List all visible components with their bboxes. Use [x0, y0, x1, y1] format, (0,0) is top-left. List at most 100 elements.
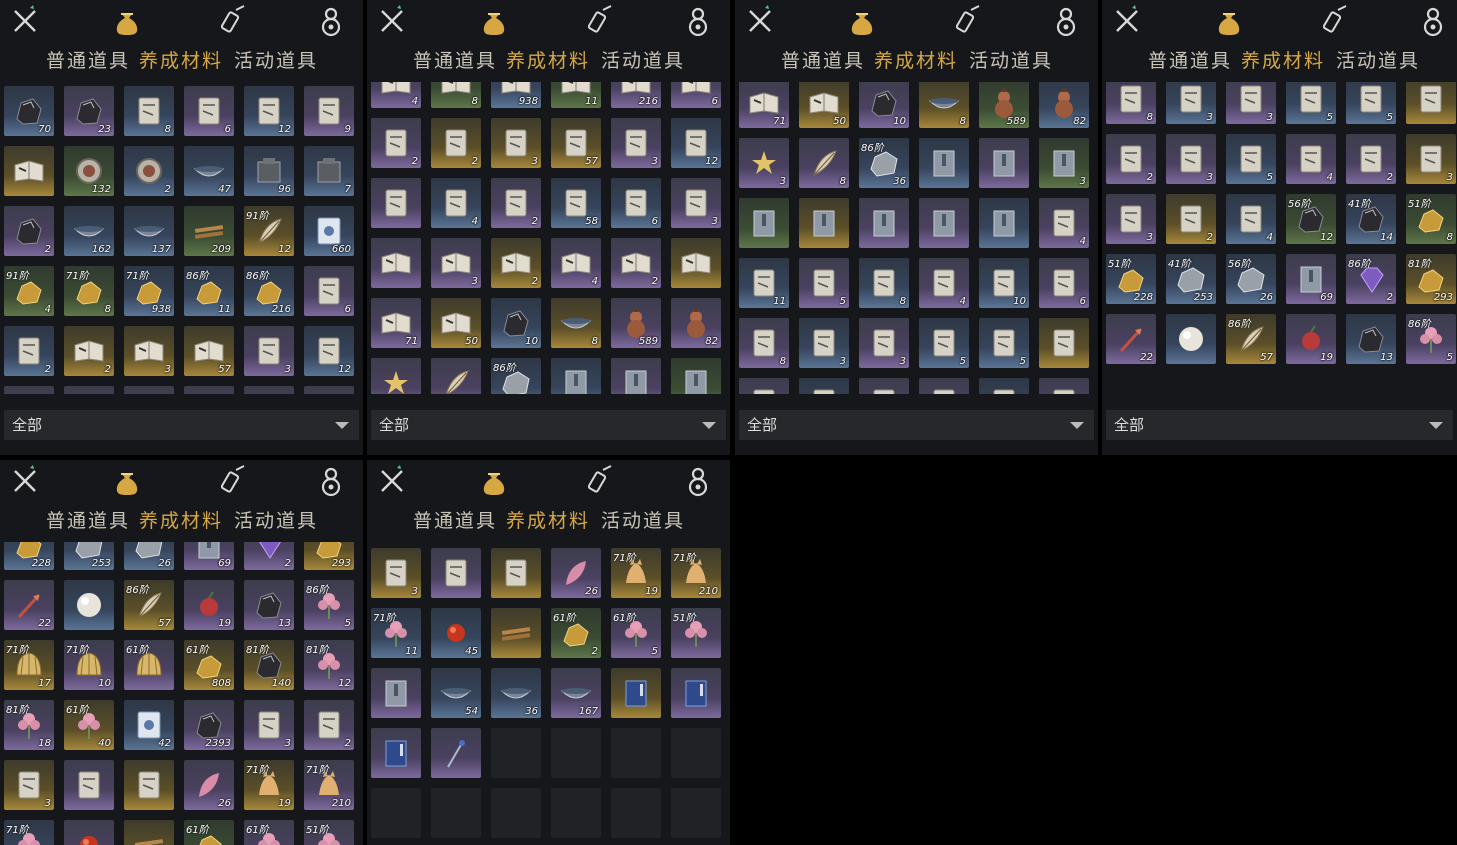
item-slot[interactable]: 81阶 18 — [4, 700, 54, 750]
item-slot[interactable]: 13 — [1346, 314, 1396, 364]
item-slot[interactable]: 71阶 19 — [244, 760, 294, 810]
item-slot[interactable]: 61阶 — [244, 820, 294, 845]
item-slot[interactable]: 4 — [1039, 198, 1089, 248]
item-slot[interactable]: 2 — [491, 178, 541, 228]
item-slot[interactable] — [551, 358, 601, 394]
item-slot[interactable]: 13 — [244, 580, 294, 630]
item-slot[interactable]: 71阶 — [4, 820, 54, 845]
item-slot[interactable]: 137 — [124, 206, 174, 256]
item-slot[interactable] — [244, 386, 294, 394]
item-slot[interactable] — [739, 198, 789, 248]
item-slot[interactable]: 10 — [859, 82, 909, 128]
item-slot[interactable] — [4, 386, 54, 394]
scroll-brush-icon[interactable] — [1318, 4, 1352, 38]
item-slot[interactable]: 10 — [979, 258, 1029, 308]
item-slot[interactable]: 3 — [1106, 194, 1156, 244]
item-slot[interactable]: 2 — [1346, 134, 1396, 184]
item-slot[interactable] — [859, 198, 909, 248]
item-slot[interactable]: 86阶 216 — [244, 266, 294, 316]
item-slot[interactable] — [919, 198, 969, 248]
item-slot[interactable]: 56阶 26 — [1226, 254, 1276, 304]
tab-event-items[interactable]: 活动道具 — [969, 46, 1053, 76]
item-slot[interactable]: 7 — [304, 146, 354, 196]
item-slot[interactable]: 589 — [611, 298, 661, 348]
item-slot[interactable]: 11 — [551, 82, 601, 108]
tab-event-items[interactable]: 活动道具 — [601, 506, 685, 536]
item-slot[interactable]: 2 — [491, 238, 541, 288]
tab-common-items[interactable]: 普通道具 — [413, 46, 497, 76]
item-slot[interactable]: 2 — [1106, 134, 1156, 184]
item-slot[interactable]: 3 — [1226, 82, 1276, 124]
item-slot[interactable]: 2 — [371, 118, 421, 168]
item-slot[interactable]: 86阶 57 — [1226, 314, 1276, 364]
item-slot[interactable]: 51阶 — [304, 820, 354, 845]
item-slot[interactable]: 162 — [64, 206, 114, 256]
item-slot[interactable]: 41阶 14 — [1346, 194, 1396, 244]
item-slot[interactable]: 293 — [304, 542, 354, 570]
tab-event-items[interactable]: 活动道具 — [234, 506, 318, 536]
gourd-icon[interactable] — [681, 4, 715, 38]
tab-event-items[interactable]: 活动道具 — [601, 46, 685, 76]
item-slot[interactable]: 70 — [4, 86, 54, 136]
crossed-swords-icon[interactable] — [8, 4, 42, 38]
item-slot[interactable]: 71 — [739, 82, 789, 128]
item-slot[interactable]: 61阶 5 — [611, 608, 661, 658]
item-slot[interactable]: 209 — [184, 206, 234, 256]
item-slot[interactable]: 71阶 10 — [64, 640, 114, 690]
crossed-swords-icon[interactable] — [375, 4, 409, 38]
gourd-icon[interactable] — [681, 464, 715, 498]
item-slot[interactable]: 47 — [184, 146, 234, 196]
item-slot[interactable]: 4 — [919, 258, 969, 308]
item-slot[interactable] — [979, 198, 1029, 248]
item-slot[interactable] — [371, 728, 421, 778]
item-slot[interactable]: 3 — [611, 118, 661, 168]
item-slot[interactable]: 12 — [671, 118, 721, 168]
item-slot[interactable] — [671, 668, 721, 718]
item-slot[interactable]: 228 — [4, 542, 54, 570]
tab-growth-materials[interactable]: 养成材料 — [506, 46, 590, 76]
money-bag-icon[interactable] — [110, 464, 144, 498]
item-slot[interactable]: 22 — [4, 580, 54, 630]
item-slot[interactable]: 3 — [799, 318, 849, 368]
item-slot[interactable]: 253 — [64, 542, 114, 570]
item-slot[interactable]: 71 — [371, 298, 421, 348]
item-slot[interactable]: 5 — [1226, 134, 1276, 184]
tab-growth-materials[interactable]: 养成材料 — [506, 506, 590, 536]
gourd-icon[interactable] — [1416, 4, 1450, 38]
tab-event-items[interactable]: 活动道具 — [1336, 46, 1420, 76]
item-slot[interactable]: 132 — [64, 146, 114, 196]
scroll-brush-icon[interactable] — [216, 4, 250, 38]
item-slot[interactable]: 82 — [671, 298, 721, 348]
item-slot[interactable] — [431, 358, 481, 394]
item-slot[interactable]: 8 — [739, 318, 789, 368]
scroll-brush-icon[interactable] — [951, 4, 985, 38]
item-slot[interactable] — [1039, 318, 1089, 368]
item-slot[interactable]: 6 — [671, 82, 721, 108]
item-slot[interactable] — [1039, 378, 1089, 394]
item-slot[interactable] — [739, 378, 789, 394]
tab-common-items[interactable]: 普通道具 — [1148, 46, 1232, 76]
tab-growth-materials[interactable]: 养成材料 — [139, 506, 223, 536]
item-slot[interactable]: 5 — [979, 318, 1029, 368]
gourd-icon[interactable] — [1049, 4, 1083, 38]
item-slot[interactable]: 938 — [491, 82, 541, 108]
item-slot[interactable]: 2 — [4, 206, 54, 256]
item-slot[interactable]: 2 — [1166, 194, 1216, 244]
item-slot[interactable] — [431, 728, 481, 778]
item-slot[interactable]: 54 — [431, 668, 481, 718]
item-slot[interactable] — [671, 238, 721, 288]
filter-dropdown[interactable]: 全部 — [371, 410, 726, 440]
tab-event-items[interactable]: 活动道具 — [234, 46, 318, 76]
item-slot[interactable] — [371, 358, 421, 394]
item-slot[interactable]: 216 — [611, 82, 661, 108]
item-slot[interactable] — [304, 386, 354, 394]
money-bag-icon[interactable] — [1212, 4, 1246, 38]
item-slot[interactable]: 19 — [184, 580, 234, 630]
tab-common-items[interactable]: 普通道具 — [413, 506, 497, 536]
scroll-brush-icon[interactable] — [583, 464, 617, 498]
item-slot[interactable] — [919, 378, 969, 394]
item-slot[interactable]: 81阶 12 — [304, 640, 354, 690]
item-slot[interactable]: 61阶 40 — [64, 700, 114, 750]
item-slot[interactable]: 71阶 17 — [4, 640, 54, 690]
item-slot[interactable]: 2 — [611, 238, 661, 288]
